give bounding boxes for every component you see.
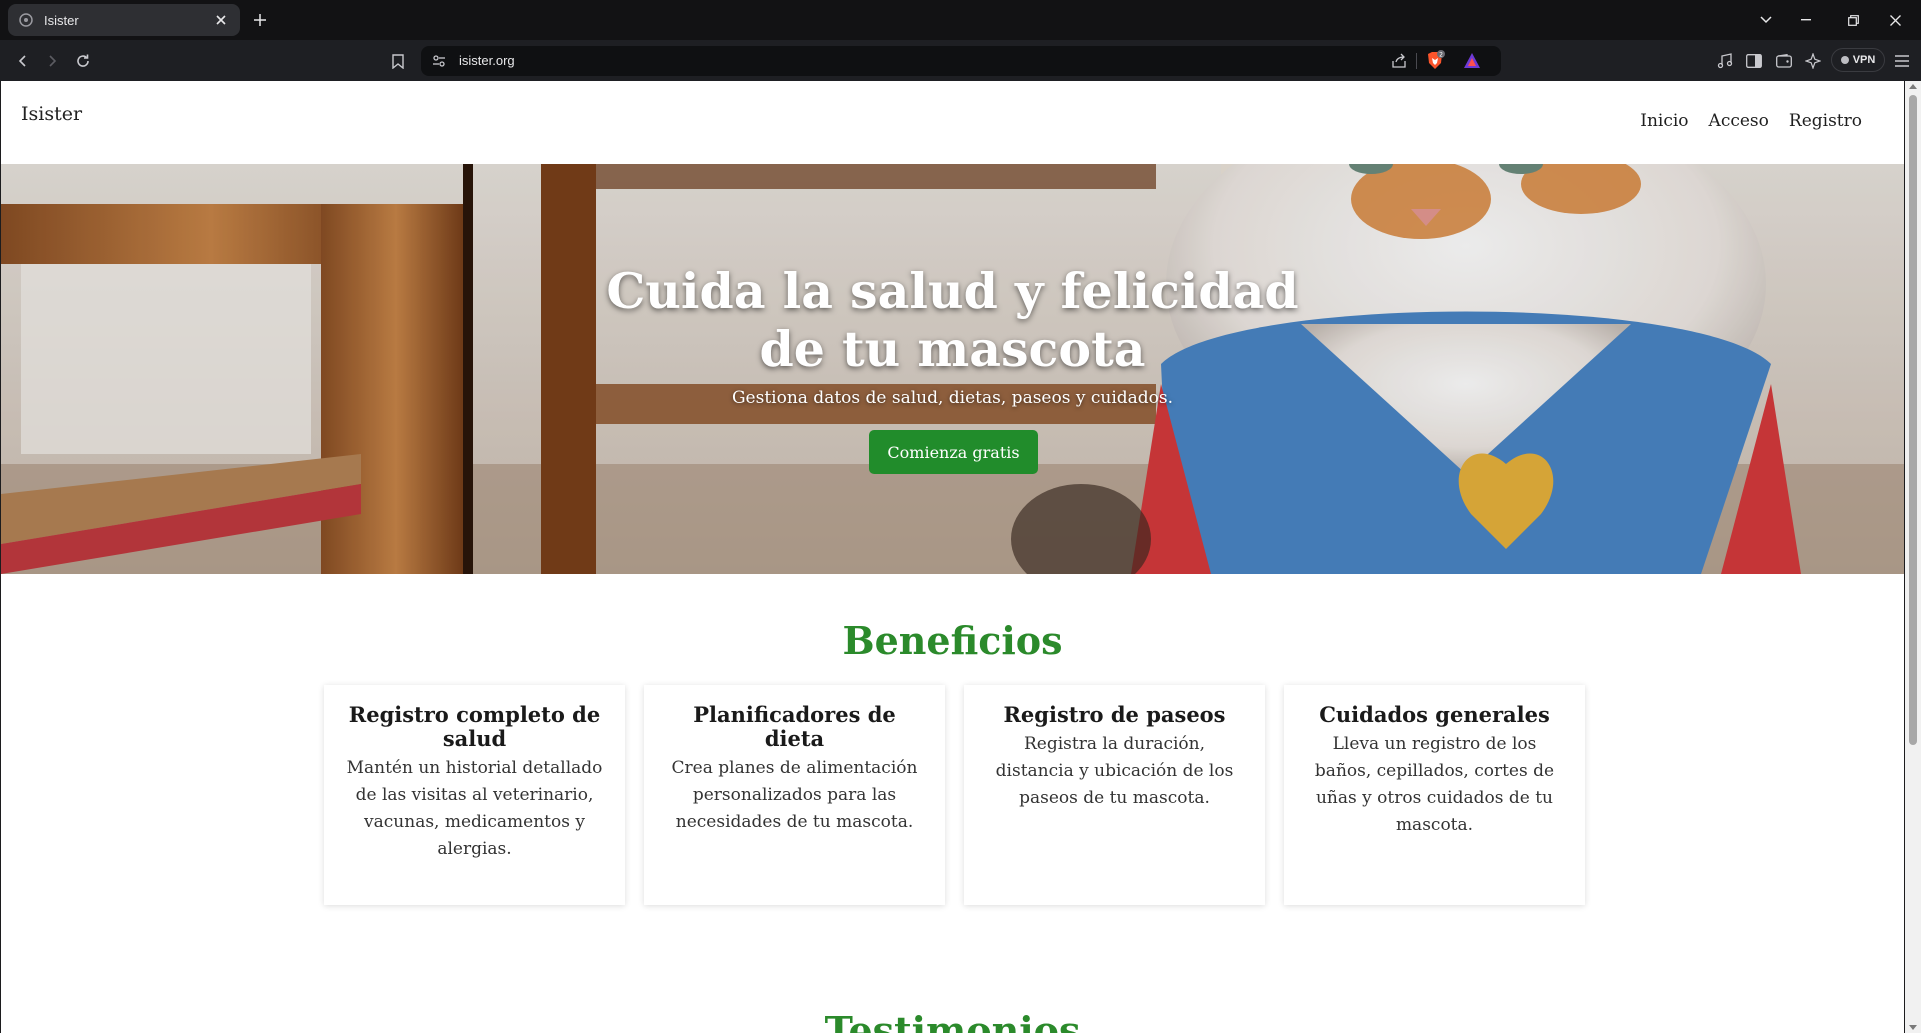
url-text[interactable]: isister.org bbox=[459, 46, 515, 76]
share-icon[interactable] bbox=[1391, 53, 1407, 69]
tab-title: Isister bbox=[44, 12, 79, 28]
hero-subtitle: Gestiona datos de salud, dietas, paseos … bbox=[731, 388, 1174, 408]
vpn-label: VPN bbox=[1852, 54, 1876, 66]
site-settings-icon[interactable] bbox=[431, 53, 447, 69]
hero-title: Cuida la salud y felicidad de tu mascota bbox=[1, 262, 1904, 378]
site-favicon-icon bbox=[18, 12, 34, 28]
tab-strip: Isister bbox=[0, 0, 1921, 40]
benefit-card-health: Registro completo de salud Mantén un his… bbox=[324, 685, 625, 905]
hero-title-line-1: Cuida la salud y felicidad bbox=[606, 262, 1299, 320]
restore-icon[interactable] bbox=[1843, 10, 1863, 30]
benefit-card-title: Registro completo de salud bbox=[348, 702, 601, 751]
hero-banner: Cuida la salud y felicidad de tu mascota… bbox=[1, 164, 1904, 574]
scroll-up-icon[interactable] bbox=[1909, 84, 1917, 89]
nav-link-registro[interactable]: Registro bbox=[1789, 111, 1862, 131]
page-scrollbar[interactable] bbox=[1905, 81, 1921, 1033]
nav-link-inicio[interactable]: Inicio bbox=[1640, 111, 1688, 131]
brave-rewards-icon[interactable] bbox=[1463, 52, 1481, 70]
benefit-card-title: Cuidados generales bbox=[1319, 702, 1550, 727]
testimonials-title: Testimonios bbox=[824, 1008, 1081, 1033]
main-nav: Inicio Acceso Registro bbox=[1640, 111, 1862, 131]
menu-icon[interactable] bbox=[1891, 50, 1913, 72]
sidebar-toggle-icon[interactable] bbox=[1743, 50, 1765, 72]
site-logo[interactable]: Isister bbox=[21, 103, 82, 125]
benefit-card-diet: Planificadores de dieta Crea planes de a… bbox=[644, 685, 945, 905]
benefit-card-text: Crea planes de alimentación personalizad… bbox=[671, 758, 918, 832]
close-window-icon[interactable] bbox=[1885, 10, 1905, 30]
nav-link-acceso[interactable]: Acceso bbox=[1709, 111, 1769, 131]
media-icon[interactable] bbox=[1714, 50, 1736, 72]
benefit-card-text: Lleva un registro de los baños, cepillad… bbox=[1314, 734, 1555, 835]
benefit-card-title: Planificadores de dieta bbox=[693, 702, 896, 751]
back-icon[interactable] bbox=[12, 50, 34, 72]
brave-shields-icon[interactable]: 2 bbox=[1424, 50, 1446, 72]
scrollbar-thumb[interactable] bbox=[1909, 95, 1917, 745]
address-bar[interactable]: isister.org 2 bbox=[421, 46, 1501, 76]
benefit-card-text: Registra la duración, distancia y ubicac… bbox=[995, 734, 1234, 808]
benefits-cards: Registro completo de salud Mantén un his… bbox=[324, 685, 1585, 905]
benefit-card-title: Registro de paseos bbox=[1003, 702, 1226, 727]
vpn-button[interactable]: VPN bbox=[1831, 48, 1885, 72]
minimize-icon[interactable] bbox=[1796, 10, 1816, 30]
browser-tab[interactable]: Isister bbox=[8, 4, 240, 36]
benefit-card-text: Mantén un historial detallado de las vis… bbox=[346, 758, 603, 859]
brave-badge-count: 2 bbox=[1439, 52, 1443, 59]
page-viewport: Isister Inicio Acceso Registro Cuida la … bbox=[1, 81, 1904, 1033]
forward-icon[interactable] bbox=[41, 50, 63, 72]
bookmark-icon[interactable] bbox=[387, 50, 409, 72]
vpn-status-icon bbox=[1840, 56, 1849, 64]
reload-icon[interactable] bbox=[72, 50, 94, 72]
site-header: Isister Inicio Acceso Registro bbox=[1, 81, 1904, 164]
leo-ai-icon[interactable] bbox=[1802, 50, 1824, 72]
hero-title-line-2: de tu mascota bbox=[759, 320, 1146, 378]
benefit-card-care: Cuidados generales Lleva un registro de … bbox=[1284, 685, 1585, 905]
benefit-card-walks: Registro de paseos Registra la duración,… bbox=[964, 685, 1265, 905]
tab-search-chevron-icon[interactable] bbox=[1756, 10, 1776, 30]
wallet-icon[interactable] bbox=[1773, 50, 1795, 72]
close-tab-icon[interactable] bbox=[212, 11, 230, 29]
new-tab-icon[interactable] bbox=[250, 10, 270, 30]
benefits-title: Beneficios bbox=[842, 618, 1063, 663]
start-free-button[interactable]: Comienza gratis bbox=[869, 430, 1038, 474]
address-divider bbox=[1416, 53, 1417, 69]
scroll-down-icon[interactable] bbox=[1909, 1025, 1917, 1030]
